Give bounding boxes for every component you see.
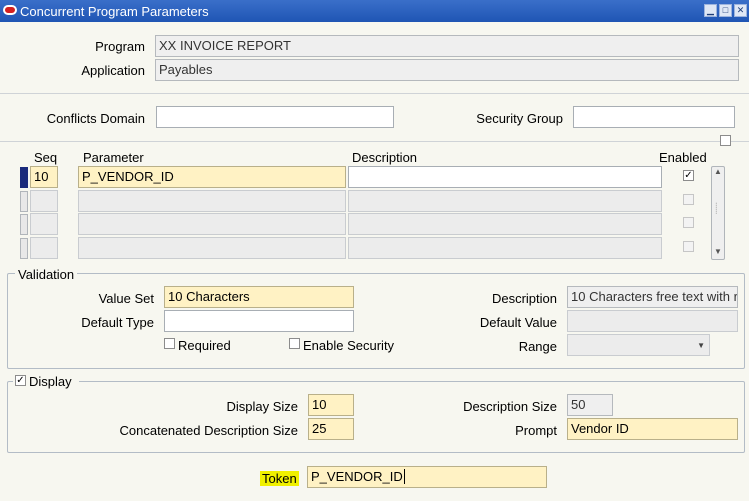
- section-divider: [0, 141, 749, 142]
- description-size-field[interactable]: 50: [567, 394, 613, 416]
- concat-desc-size-field[interactable]: 25: [308, 418, 354, 440]
- parameter-field[interactable]: [78, 237, 346, 259]
- enable-security-label: Enable Security: [303, 338, 395, 353]
- minimize-icon[interactable]: ▁: [704, 4, 717, 17]
- display-group: [7, 381, 745, 453]
- description-field[interactable]: [348, 190, 662, 212]
- seq-field[interactable]: [30, 190, 58, 212]
- seq-field[interactable]: [30, 213, 58, 235]
- row-selector[interactable]: [20, 191, 28, 212]
- display-title: Display: [29, 374, 72, 389]
- parameter-field[interactable]: [78, 213, 346, 235]
- token-value: P_VENDOR_ID: [311, 469, 403, 484]
- default-value-field[interactable]: [567, 310, 738, 332]
- default-type-label: Default Type: [81, 315, 154, 330]
- scroll-grip-icon[interactable]: ⁝ ⁝: [715, 202, 718, 216]
- column-header-description: Description: [352, 150, 418, 165]
- scroll-down-icon[interactable]: ▼: [714, 247, 722, 256]
- oracle-logo-icon: [3, 5, 17, 15]
- conflicts-domain-label: Conflicts Domain: [46, 111, 145, 126]
- application-field[interactable]: Payables: [155, 59, 739, 81]
- enabled-checkbox[interactable]: [683, 241, 694, 252]
- row-selector-current[interactable]: [20, 167, 28, 188]
- application-label: Application: [81, 63, 145, 78]
- validation-description-field[interactable]: 10 Characters free text with r: [567, 286, 738, 308]
- column-header-seq: Seq: [34, 150, 58, 165]
- column-header-enabled: Enabled: [659, 150, 707, 165]
- parameter-field[interactable]: P_VENDOR_ID: [78, 166, 346, 188]
- close-icon[interactable]: ✕: [734, 4, 747, 17]
- description-size-label: Description Size: [463, 399, 557, 414]
- default-value-label: Default Value: [479, 315, 557, 330]
- display-size-field[interactable]: 10: [308, 394, 354, 416]
- conflicts-domain-field[interactable]: [156, 106, 394, 128]
- section-divider: [0, 93, 749, 94]
- default-type-field[interactable]: [164, 310, 354, 332]
- enable-security-checkbox[interactable]: [289, 338, 300, 349]
- table-scrollbar[interactable]: ▲ ⁝ ⁝ ▼: [711, 166, 725, 260]
- program-label: Program: [95, 39, 145, 54]
- display-checkbox-checked[interactable]: ✓: [15, 375, 26, 386]
- text-cursor: [403, 469, 405, 484]
- seq-field[interactable]: 10: [30, 166, 58, 188]
- enabled-checkbox[interactable]: [683, 194, 694, 205]
- description-field[interactable]: [348, 213, 662, 235]
- prompt-label: Prompt: [515, 423, 557, 438]
- security-group-field[interactable]: [573, 106, 735, 128]
- window-title-bar: Concurrent Program Parameters ▁ □ ✕: [0, 0, 749, 22]
- display-size-label: Display Size: [226, 399, 298, 414]
- token-label-text: Token: [260, 471, 299, 486]
- concat-desc-size-label: Concatenated Description Size: [119, 423, 299, 438]
- enabled-checkbox-checked[interactable]: ✓: [683, 170, 694, 181]
- column-header-parameter: Parameter: [83, 150, 144, 165]
- security-group-label: Security Group: [476, 111, 563, 126]
- window-title: Concurrent Program Parameters: [20, 4, 209, 19]
- description-field[interactable]: [348, 166, 662, 188]
- enabled-checkbox[interactable]: [683, 217, 694, 228]
- token-field[interactable]: P_VENDOR_ID: [307, 466, 547, 488]
- row-selector[interactable]: [20, 238, 28, 259]
- value-set-label: Value Set: [98, 291, 154, 306]
- range-select[interactable]: ▼: [567, 334, 710, 356]
- value-set-field[interactable]: 10 Characters: [164, 286, 354, 308]
- maximize-icon[interactable]: □: [719, 4, 732, 17]
- row-selector[interactable]: [20, 214, 28, 235]
- scroll-up-icon[interactable]: ▲: [714, 167, 722, 176]
- description-field[interactable]: [348, 237, 662, 259]
- required-label: Required: [178, 338, 231, 353]
- program-field[interactable]: XX INVOICE REPORT: [155, 35, 739, 57]
- prompt-field[interactable]: Vendor ID: [567, 418, 738, 440]
- validation-description-label: Description: [491, 291, 557, 306]
- range-label: Range: [518, 339, 557, 354]
- folder-checkbox[interactable]: [720, 135, 731, 146]
- validation-title: Validation: [15, 267, 78, 282]
- chevron-down-icon[interactable]: ▼: [697, 338, 705, 354]
- seq-field[interactable]: [30, 237, 58, 259]
- required-checkbox[interactable]: [164, 338, 175, 349]
- parameter-field[interactable]: [78, 190, 346, 212]
- token-label: Token: [260, 471, 299, 486]
